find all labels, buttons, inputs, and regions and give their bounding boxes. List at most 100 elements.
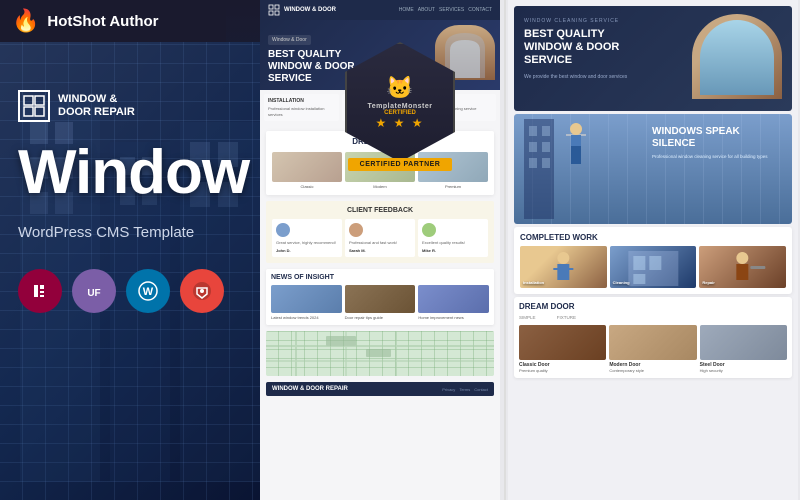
ddr-col-3: Steel Door High security xyxy=(700,325,787,373)
cw-label-1: Installation xyxy=(523,280,604,285)
cw-item-1: Installation xyxy=(520,246,607,288)
feedback-name-2: Sarah M. xyxy=(349,248,411,253)
window-icon xyxy=(23,95,45,117)
footer-strip: WINDOW & DOOR REPAIR Privacy Terms Conta… xyxy=(266,382,494,396)
footer-link-3: Contact xyxy=(474,387,488,392)
news-title: NEWS OF INSIGHT xyxy=(271,274,489,281)
wordpress-badge: W xyxy=(126,269,170,313)
news-text-1: Latest window trends 2024 xyxy=(271,315,342,321)
rh-small-text: WINDOW CLEANING SERVICE xyxy=(524,18,664,24)
cw-item-3: Repair xyxy=(699,246,786,288)
nav-link-1: HOME xyxy=(399,7,414,13)
brand-logo-area: WINDOW & DOOR REPAIR Window WordPress CM… xyxy=(18,90,249,313)
right-hero-panel: WINDOW CLEANING SERVICE BEST QUALITYWIND… xyxy=(514,6,792,111)
feedback-text-1: Great service, highly recommend! xyxy=(276,240,338,246)
footer-links: Privacy Terms Contact xyxy=(442,387,488,392)
main-title: Window xyxy=(18,142,249,204)
news-image-3 xyxy=(418,285,489,313)
service-text-1: Professional window installation service… xyxy=(268,106,335,117)
footer-logo: WINDOW & DOOR REPAIR xyxy=(272,386,348,392)
map-roads-svg xyxy=(266,331,494,376)
feedback-card-2: Professional and fast work! Sarah M. xyxy=(345,219,415,257)
news-text-2: Door repair tips guide xyxy=(345,315,416,321)
tm-cat-icon: 🐱 xyxy=(386,75,413,101)
right-hero-image xyxy=(672,6,792,111)
feedback-title: CLIENT FEEDBACK xyxy=(272,207,488,214)
logo-box: WINDOW & DOOR REPAIR xyxy=(18,90,249,122)
logo-text: WINDOW & DOOR REPAIR xyxy=(58,93,135,119)
tm-name: TemplateMonster xyxy=(368,103,433,110)
feedback-card-1: Great service, highly recommend! John D. xyxy=(272,219,342,257)
ddr-item-sub-1: Premium quality xyxy=(519,368,606,373)
preview-right-column: WINDOW CLEANING SERVICE BEST QUALITYWIND… xyxy=(508,0,798,500)
wcp-desc: Professional window cleaning service for… xyxy=(652,154,782,161)
uef-badge: UF xyxy=(72,269,116,313)
column-separator xyxy=(504,0,506,500)
ddr-item-sub-2: Contemporary style xyxy=(609,368,696,373)
avatar-1 xyxy=(276,223,290,237)
ddr-items-row: Classic Door Premium quality Modern Door… xyxy=(519,325,787,373)
service-item-1: INSTALLATION Professional window install… xyxy=(264,94,339,121)
rh-title: BEST QUALITYWINDOW & DOORSERVICE xyxy=(524,28,664,68)
news-grid: Latest window trends 2024 Door repair ti… xyxy=(271,285,489,321)
cw-item-2: Cleaning xyxy=(610,246,697,288)
ddr-col-1: Classic Door Premium quality xyxy=(519,325,606,373)
nav-link-2: ABOUT xyxy=(418,7,435,13)
news-item-1: Latest window trends 2024 xyxy=(271,285,342,321)
ddr-img-3 xyxy=(700,325,787,360)
tech-icons-row: UF W xyxy=(18,269,249,313)
tm-hexagon: 🐱 TemplateMonster CERTIFIED ★ ★ ★ xyxy=(345,42,455,162)
ddr-title: Dream Door xyxy=(519,302,787,311)
nav-logo-text: WINDOW & DOOR xyxy=(284,7,336,13)
window-cleaner-panel: WINDOWS SPEAK SILENCE Professional windo… xyxy=(514,114,792,224)
ddr-item-sub-3: High security xyxy=(700,368,787,373)
nav-window-icon xyxy=(268,4,280,16)
ddr-subtitle: SIMPLE FIXTURE xyxy=(519,315,787,320)
svg-text:UF: UF xyxy=(87,288,100,299)
quix-badge xyxy=(180,269,224,313)
wcp-title: WINDOWS SPEAK SILENCE xyxy=(652,126,782,150)
header-bar: 🔥 HotShot Author xyxy=(0,0,226,42)
map-section xyxy=(266,331,494,376)
nav-link-3: SERVICES xyxy=(439,7,464,13)
door-label-3: Premium xyxy=(418,184,488,189)
hero-content: Window & Door BEST QUALITYWINDOW & DOORS… xyxy=(268,28,355,85)
cw-grid: Installation Cleaning xyxy=(520,246,786,288)
avatar-3 xyxy=(422,223,436,237)
news-section: NEWS OF INSIGHT Latest window trends 202… xyxy=(266,269,494,326)
feedback-text-2: Professional and fast work! xyxy=(349,240,411,246)
footer-link-2: Terms xyxy=(459,387,470,392)
feedback-text-3: Excellent quality results! xyxy=(422,240,484,246)
right-hero-text: WINDOW CLEANING SERVICE BEST QUALITYWIND… xyxy=(514,6,674,93)
wcp-text-area: WINDOWS SPEAK SILENCE Professional windo… xyxy=(652,126,782,161)
completed-work-section: COMPLETED WORK Installation xyxy=(514,227,792,294)
tm-partner-banner: CERTIFIED PARTNER xyxy=(348,158,453,171)
elementor-badge xyxy=(18,269,62,313)
mockup-nav: WINDOW & DOOR HOME ABOUT SERVICES CONTAC… xyxy=(260,0,500,20)
templatemonster-badge: 🐱 TemplateMonster CERTIFIED ★ ★ ★ CERTIF… xyxy=(345,42,455,171)
feedback-section: CLIENT FEEDBACK Great service, highly re… xyxy=(266,201,494,263)
ddr-img-1 xyxy=(519,325,606,360)
news-text-3: Home improvement news xyxy=(418,315,489,321)
feedback-name-1: John D. xyxy=(276,248,338,253)
logo-icon xyxy=(18,90,50,122)
door-item-1: Classic xyxy=(272,152,342,189)
elementor-icon xyxy=(30,281,50,301)
dream-door-right-section: Dream Door SIMPLE FIXTURE Classic Door P… xyxy=(514,297,792,378)
left-panel: WINDOW & DOOR REPAIR Window WordPress CM… xyxy=(0,0,260,500)
door-image-1 xyxy=(272,152,342,182)
subtitle: WordPress CMS Template xyxy=(18,224,249,241)
footer-link-1: Privacy xyxy=(442,387,455,392)
window-inner xyxy=(700,20,774,95)
tm-stars: ★ ★ ★ xyxy=(376,116,425,130)
nav-link-4: CONTACT xyxy=(468,7,492,13)
feedback-card-3: Excellent quality results! Mike R. xyxy=(418,219,488,257)
avatar-2 xyxy=(349,223,363,237)
quix-icon xyxy=(191,280,213,302)
hotshot-icon: 🔥 xyxy=(12,8,39,34)
door-label-1: Classic xyxy=(272,184,342,189)
right-area: WINDOW & DOOR HOME ABOUT SERVICES CONTAC… xyxy=(260,0,800,500)
hero-h1: BEST QUALITYWINDOW & DOORSERVICE xyxy=(268,49,355,85)
door-label-2: Modern xyxy=(345,184,415,189)
news-item-3: Home improvement news xyxy=(418,285,489,321)
